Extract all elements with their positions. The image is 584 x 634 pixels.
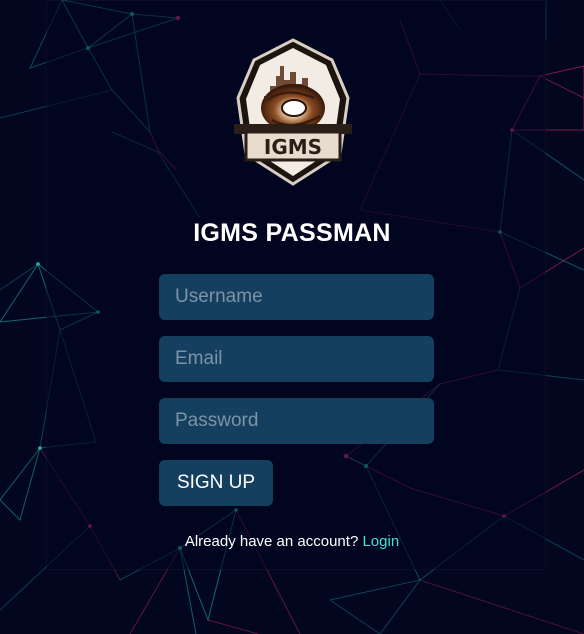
- login-link[interactable]: Login: [362, 533, 399, 550]
- signup-page: IGMS IGMS PASSMAN SIGN UP Already have a…: [0, 0, 584, 634]
- igms-logo: IGMS: [234, 38, 352, 186]
- login-prompt-text: Already have an account?: [184, 533, 359, 550]
- logo-text: IGMS: [264, 135, 322, 159]
- email-input[interactable]: [159, 336, 434, 382]
- password-input[interactable]: [159, 398, 434, 444]
- username-input[interactable]: [159, 274, 434, 320]
- sign-up-button[interactable]: SIGN UP: [159, 460, 273, 506]
- login-prompt-row: Already have an account? Login: [0, 533, 584, 550]
- app-title: IGMS PASSMAN: [193, 219, 391, 247]
